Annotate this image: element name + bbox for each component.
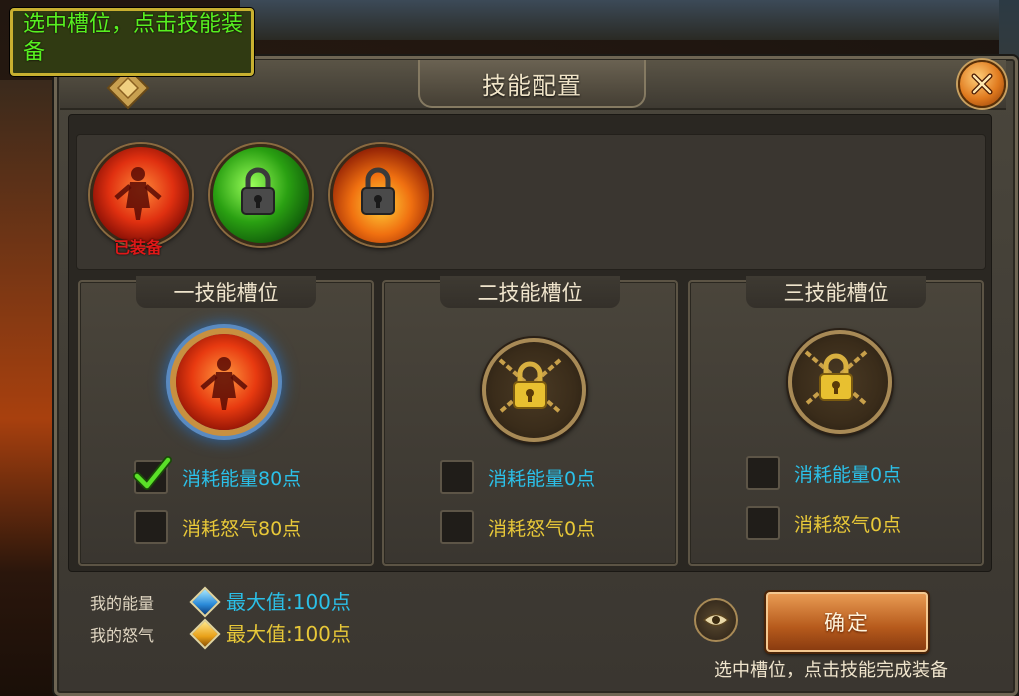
slot-2-rage-checkbox[interactable]: [440, 510, 474, 544]
tooltip-text: 选中槽位，点击技能装备: [23, 12, 244, 65]
my-energy-label: 我的能量: [90, 594, 155, 613]
eye-icon: [702, 613, 730, 627]
preview-button[interactable]: [694, 598, 738, 642]
slot-3-energy-label: 消耗能量0点: [794, 464, 902, 486]
dialog-title-plate: 技能配置: [418, 60, 646, 108]
slot-1-energy-checkbox[interactable]: [133, 456, 172, 494]
padlock-icon: [361, 167, 395, 215]
my-rage-label: 我的怒气: [90, 626, 155, 645]
fire-figure-icon: [114, 167, 162, 220]
confirm-button[interactable]: 确定: [766, 592, 928, 652]
chained-padlock-icon: [804, 350, 868, 406]
slot-3-rage-checkbox[interactable]: [746, 506, 780, 540]
slot-3-title: 三技能槽位: [746, 276, 926, 308]
background-scene-left: [0, 80, 60, 696]
slot-3-locked-icon[interactable]: [788, 330, 892, 434]
dialog-title: 技能配置: [482, 71, 582, 100]
slot-2-rage-label: 消耗怒气0点: [488, 518, 596, 540]
slot-1-rage-label: 消耗怒气80点: [182, 518, 302, 540]
my-energy-value: 最大值:100点: [226, 590, 351, 614]
slot-2-title: 二技能槽位: [440, 276, 620, 308]
close-button[interactable]: [958, 60, 1006, 108]
confirm-button-label: 确定: [824, 611, 870, 635]
skill-icon-fire-figure[interactable]: [90, 144, 192, 246]
slot-2-energy-label: 消耗能量0点: [488, 468, 596, 490]
chained-padlock-icon: [498, 358, 562, 414]
skill-equipped-label: 已装备: [113, 238, 162, 257]
slot-2-energy-checkbox[interactable]: [440, 460, 474, 494]
checkmark-icon: [133, 456, 172, 490]
slot-1-skill-icon[interactable]: [176, 334, 272, 430]
skill-icon-green-locked[interactable]: [210, 144, 312, 246]
padlock-icon: [241, 167, 275, 215]
slot-1-title: 一技能槽位: [136, 276, 316, 308]
fire-figure-icon: [200, 357, 248, 410]
slot-1-rage-checkbox[interactable]: [134, 510, 168, 544]
slot-2-locked-icon[interactable]: [482, 338, 586, 442]
my-rage-value: 最大值:100点: [226, 622, 351, 646]
slot-3-rage-label: 消耗怒气0点: [794, 514, 902, 536]
background-scene-top: [240, 0, 1019, 40]
skill-icon-flame-locked[interactable]: [330, 144, 432, 246]
footer-hint: 选中槽位，点击技能完成装备: [714, 660, 948, 681]
slot-1-energy-label: 消耗能量80点: [182, 468, 302, 490]
slot-3-energy-checkbox[interactable]: [746, 456, 780, 490]
close-icon: [971, 73, 993, 95]
tutorial-tooltip: 选中槽位，点击技能装备: [10, 8, 254, 76]
